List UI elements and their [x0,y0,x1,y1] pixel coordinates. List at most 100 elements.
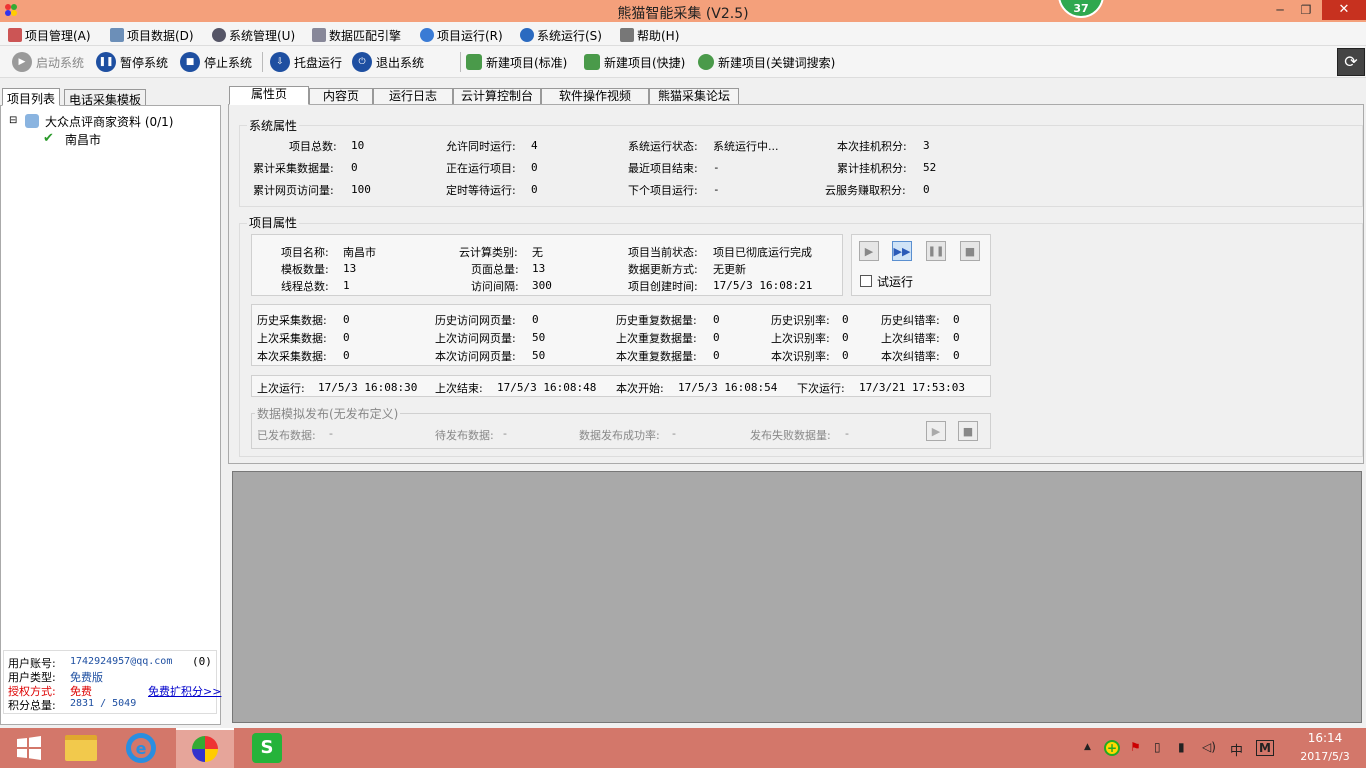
auth-type: 免费 [70,685,92,698]
total-hang-score: 52 [923,161,937,174]
project-play-button[interactable]: ▶ [859,241,879,261]
free-expand-link[interactable]: 免费扩积分>> [148,683,221,699]
minimize-button[interactable]: ─ [1266,0,1294,20]
folder-icon [25,114,39,128]
device-icon[interactable]: ▯ [1154,740,1161,754]
running-projects: 0 [531,161,538,174]
sync-icon[interactable]: ⟳ [1337,48,1365,76]
power-icon: ⏻ [352,52,372,72]
next-run-time: 17/3/21 17:53:03 [859,381,965,394]
globe-icon [420,28,434,42]
tree-child-item[interactable]: 南昌市 [65,131,101,148]
menu-system-run[interactable]: 系统运行(S) [520,26,602,44]
stop-icon: ■ [962,424,974,438]
tab-software-video[interactable]: 软件操作视频 [541,88,649,105]
new-project-fast-button[interactable]: 新建项目(快捷) [584,51,685,73]
cloud-earned-score: 0 [923,183,930,196]
next-project-run: - [713,183,720,196]
check-icon: ✔ [43,131,54,146]
clock-time[interactable]: 16:14 [1290,731,1360,745]
template-count: 13 [343,262,357,275]
stop-icon: ■ [180,52,200,72]
exit-system-button[interactable]: ⏻ 退出系统 [352,51,424,73]
system-status: 系统运行中... [713,140,779,153]
volume-icon[interactable]: ◁) [1202,740,1216,754]
ime-indicator[interactable]: 中 [1230,740,1243,759]
stop-icon: ■ [964,244,976,258]
s-app-icon: S [252,733,282,763]
menu-system-manage[interactable]: 系统管理(U) [212,26,295,44]
tray-run-button[interactable]: ⇩ 托盘运行 [270,51,342,73]
pause-system-button[interactable]: ❚❚ 暂停系统 [96,51,168,73]
menu-project-data[interactable]: 项目数据(D) [110,26,194,44]
log-display-area [232,471,1362,723]
update-method: 无更新 [713,263,746,276]
tree-root-item[interactable]: 大众点评商家资料 (0/1) [45,113,174,130]
network-icon[interactable]: ▮ [1178,740,1185,754]
search-refresh-icon [698,54,714,70]
security-plus-icon[interactable]: + [1104,740,1120,756]
project-properties-title: 项目属性 [247,214,300,231]
new-project-standard-button[interactable]: 新建项目(标准) [466,51,567,73]
toolbar-divider [262,52,263,72]
clock-date[interactable]: 2017/5/3 [1290,750,1360,763]
flag-icon[interactable]: ⚑ [1130,740,1141,754]
tab-run-log[interactable]: 运行日志 [373,88,453,105]
tab-properties[interactable]: 属性页 [229,86,309,105]
cloud-category: 无 [532,246,543,259]
allow-concurrent: 4 [531,139,538,152]
project-stop-button[interactable]: ■ [960,241,980,261]
score-total: 2831 / 5049 [70,698,137,709]
app-s-button[interactable]: S [238,728,296,768]
project-name: 南昌市 [343,246,376,259]
close-button[interactable]: ✕ [1322,0,1366,20]
current-hang-score: 3 [923,139,930,152]
ime-mode-indicator[interactable]: M [1256,740,1274,756]
tree-collapse-icon[interactable]: ⊟ [9,115,17,126]
play-icon: ▶ [864,244,874,258]
publish-play-button[interactable]: ▶ [926,421,946,441]
pending-count: - [503,427,507,440]
app-logo-icon [192,736,218,762]
trial-run-checkbox[interactable] [860,275,872,287]
tab-content[interactable]: 内容页 [309,88,373,105]
start-system-button[interactable]: ▶ 启动系统 [12,51,84,73]
refresh-icon [520,28,534,42]
toolbar: ▶ 启动系统 ❚❚ 暂停系统 ■ 停止系统 ⇩ 托盘运行 ⏻ 退出系统 新建项目(标准) … [0,46,1366,78]
menu-project-manage[interactable]: 项目管理(A) [8,26,91,44]
windows-icon [17,736,41,760]
system-properties-group [239,125,1363,207]
tab-forum[interactable]: 熊猫采集论坛 [649,88,739,105]
file-explorer-button[interactable] [52,728,110,768]
new-project-keyword-button[interactable]: 新建项目(关键词搜索) [698,51,835,73]
publish-stop-button[interactable]: ■ [958,421,978,441]
project-status: 项目已彻底运行完成 [713,246,812,259]
chart-icon [312,28,326,42]
tab-cloud-console[interactable]: 云计算控制台 [453,88,541,105]
pause-icon: ❚❚ [927,245,945,257]
window-title: 熊猫智能采集 (V2.5) [617,6,749,22]
trial-run-label: 试运行 [877,275,914,289]
thread-total: 1 [343,279,350,292]
total-page-visits: 100 [351,183,371,196]
tab-project-list[interactable]: 项目列表 [2,88,61,106]
ie-button[interactable]: e [112,728,170,768]
tray-expand-icon[interactable]: ▲ [1084,742,1091,752]
system-properties-title: 系统属性 [247,117,300,134]
project-total: 10 [351,139,365,152]
stop-system-button[interactable]: ■ 停止系统 [180,51,252,73]
maximize-button[interactable]: ❐ [1292,0,1320,20]
menu-project-run[interactable]: 项目运行(R) [420,26,503,44]
folder-icon [65,735,97,761]
project-pause-button[interactable]: ❚❚ [926,241,946,261]
ie-icon: e [126,733,156,763]
gear-icon [212,28,226,42]
menu-data-match-engine[interactable]: 数据匹配引擎 [312,26,401,44]
publish-success-rate: - [672,427,676,440]
menu-help[interactable]: 帮助(H) [620,26,679,44]
start-button[interactable] [0,728,58,768]
last-project-end: - [713,161,720,174]
project-fast-forward-button[interactable]: ▶▶ [892,241,912,261]
list-icon [620,28,634,42]
panda-collector-button[interactable] [176,728,234,768]
